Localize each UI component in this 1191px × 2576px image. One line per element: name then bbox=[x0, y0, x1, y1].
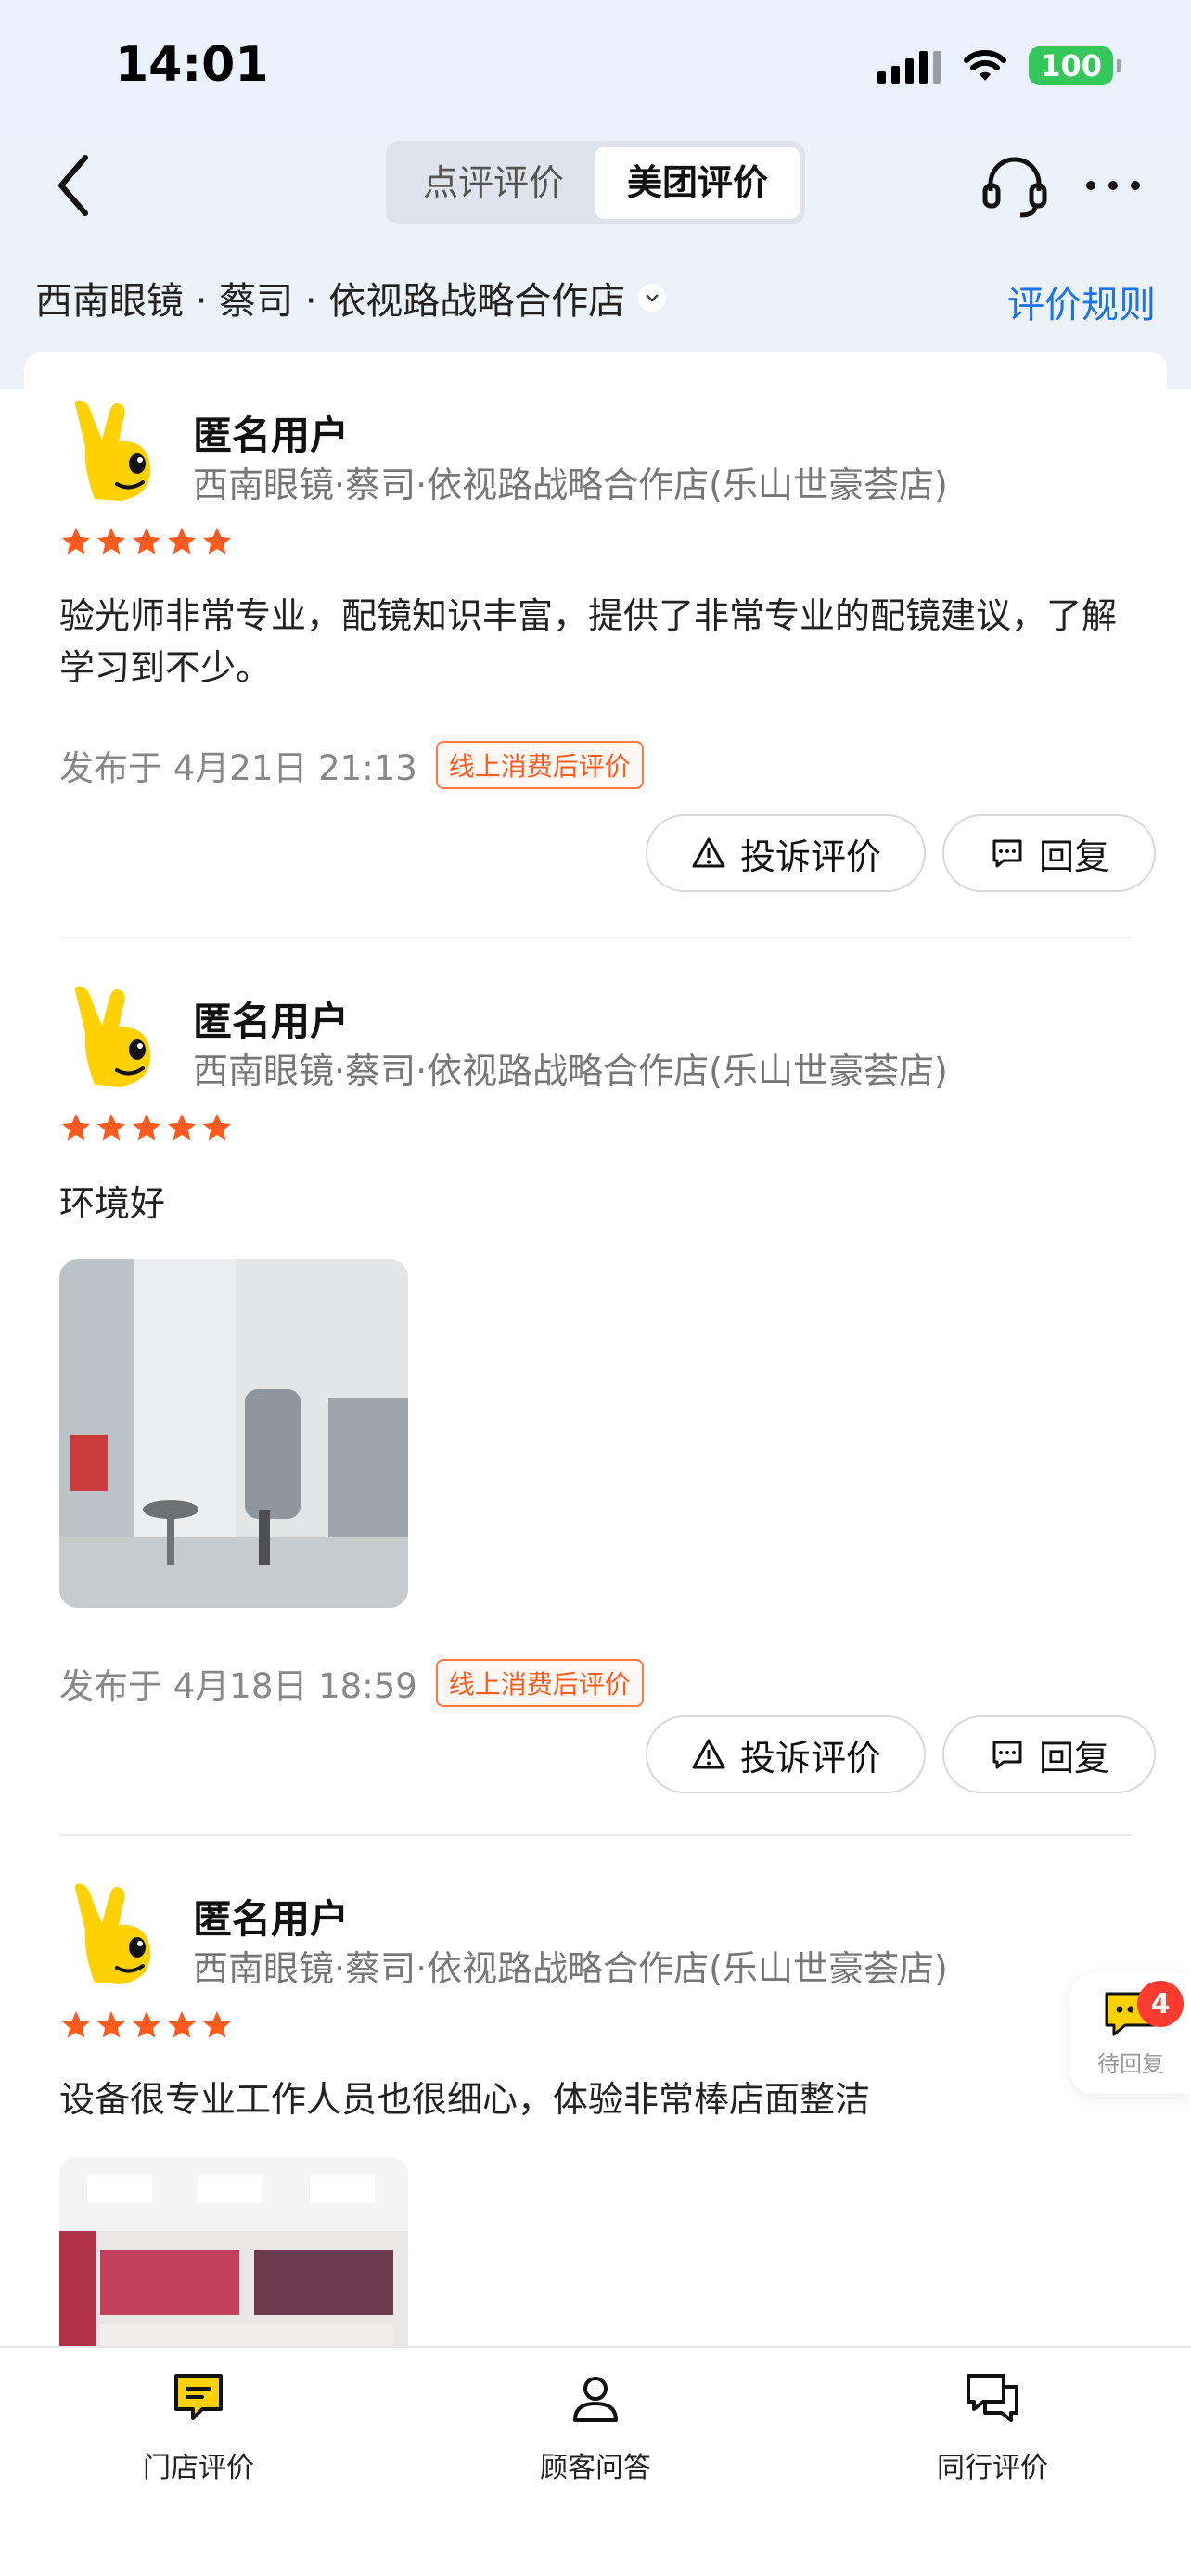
signal-icon bbox=[877, 47, 942, 84]
warning-icon bbox=[692, 837, 725, 868]
review-meta: 发布于 4月18日 18:59 线上消费后评价 bbox=[59, 1658, 644, 1708]
comment-icon bbox=[992, 839, 1022, 868]
wifi-icon bbox=[964, 50, 1007, 81]
mascot-avatar-icon bbox=[74, 986, 151, 1087]
star-icon bbox=[133, 528, 160, 555]
comment-icon bbox=[992, 1741, 1022, 1769]
tab-peer-reviews[interactable]: 同行评价 bbox=[881, 2368, 1104, 2485]
customer-qa-icon bbox=[573, 2377, 618, 2422]
review-list: 匿名用户 西南眼镜·蔡司·依视路战略合作店(乐山世豪荟店) 验光师非常专业，配镜… bbox=[24, 352, 1167, 2346]
star-icon bbox=[62, 1114, 90, 1141]
review-meta: 发布于 4月21日 21:13 线上消费后评价 bbox=[59, 740, 644, 790]
reply-label: 回复 bbox=[1038, 835, 1109, 877]
tab-customer-qa[interactable]: 顾客问答 bbox=[484, 2368, 707, 2485]
pending-reply-label: 待回复 bbox=[1097, 2050, 1164, 2077]
peer-review-icon bbox=[967, 2374, 1018, 2422]
review-username: 匿名用户 bbox=[193, 1896, 350, 1942]
review-source-switch: 点评评价 美团评价 bbox=[386, 141, 805, 224]
review-username: 匿名用户 bbox=[193, 413, 350, 458]
review-rules-link[interactable]: 评价规则 bbox=[1007, 274, 1156, 328]
tab-label: 门店评价 bbox=[143, 2452, 254, 2484]
star-icon bbox=[168, 528, 196, 555]
complain-review-button[interactable]: 投诉评价 bbox=[646, 814, 926, 892]
star-icon bbox=[97, 528, 125, 555]
pending-reply-button[interactable]: 待回复 4 bbox=[1070, 1973, 1191, 2094]
rating-stars bbox=[59, 525, 234, 558]
mascot-avatar-icon bbox=[74, 1883, 151, 1984]
star-icon bbox=[62, 2011, 90, 2038]
review-store-name: 西南眼镜·蔡司·依视路战略合作店(乐山世豪荟店) bbox=[193, 465, 948, 505]
complain-label: 投诉评价 bbox=[739, 1737, 881, 1779]
mascot-avatar-icon bbox=[74, 400, 151, 501]
publish-time: 发布于 4月18日 18:59 bbox=[59, 1666, 417, 1706]
review-photo[interactable] bbox=[59, 1259, 408, 1608]
divider bbox=[59, 937, 1132, 938]
review-photo[interactable] bbox=[59, 2157, 408, 2346]
review-source-tag: 线上消费后评价 bbox=[435, 1659, 644, 1707]
rating-stars bbox=[59, 1111, 234, 1144]
bottom-tab-bar: 门店评价 顾客问答 同行评价 bbox=[0, 2346, 1191, 2576]
tab-dianping-reviews[interactable]: 点评评价 bbox=[391, 147, 596, 219]
back-icon[interactable] bbox=[48, 148, 104, 223]
tab-meituan-reviews[interactable]: 美团评价 bbox=[596, 147, 800, 219]
review-username: 匿名用户 bbox=[193, 999, 350, 1044]
more-icon[interactable] bbox=[1076, 148, 1150, 223]
pending-count-badge: 4 bbox=[1137, 1981, 1184, 2027]
reply-label: 回复 bbox=[1038, 1737, 1109, 1779]
complain-review-button[interactable]: 投诉评价 bbox=[646, 1715, 926, 1793]
star-icon bbox=[168, 2011, 196, 2038]
warning-icon bbox=[692, 1739, 725, 1769]
complain-label: 投诉评价 bbox=[739, 835, 881, 877]
star-icon bbox=[203, 2011, 231, 2038]
shop-selector[interactable]: 西南眼镜 · 蔡司 · 依视路战略合作店 bbox=[35, 271, 667, 325]
review-item: 匿名用户 西南眼镜·蔡司·依视路战略合作店(乐山世豪荟店) 设备很专业工作人员也… bbox=[59, 1879, 1132, 2346]
reply-button[interactable]: 回复 bbox=[942, 814, 1156, 892]
star-icon bbox=[97, 2011, 125, 2038]
divider bbox=[59, 1834, 1132, 1836]
store-review-icon bbox=[174, 2374, 223, 2420]
status-icons: 100 bbox=[877, 46, 1121, 85]
review-text: 设备很专业工作人员也很细心，体验非常棒店面整洁 bbox=[59, 2079, 871, 2120]
reply-button[interactable]: 回复 bbox=[942, 1715, 1156, 1793]
review-item: 匿名用户 西南眼镜·蔡司·依视路战略合作店(乐山世豪荟店) 环境好 发布于 4月… bbox=[59, 981, 1156, 1816]
star-icon bbox=[62, 528, 90, 555]
tab-label: 同行评价 bbox=[937, 2452, 1048, 2484]
shop-name: 西南眼镜 · 蔡司 · 依视路战略合作店 bbox=[35, 280, 626, 323]
review-text: 验光师非常专业，配镜知识丰富，提供了非常专业的配镜建议，了解学习到不少。 bbox=[59, 595, 1118, 688]
star-icon bbox=[203, 1114, 231, 1141]
tab-label: 顾客问答 bbox=[540, 2452, 651, 2484]
star-icon bbox=[97, 1114, 125, 1141]
star-icon bbox=[133, 2011, 160, 2038]
rating-stars bbox=[59, 2009, 234, 2042]
headset-icon[interactable] bbox=[978, 148, 1052, 223]
review-store-name: 西南眼镜·蔡司·依视路战略合作店(乐山世豪荟店) bbox=[193, 1051, 948, 1091]
battery-indicator: 100 bbox=[1029, 46, 1121, 85]
chevron-down-icon bbox=[638, 284, 667, 312]
star-icon bbox=[168, 1114, 196, 1141]
status-time: 14:01 bbox=[115, 37, 269, 93]
tab-store-reviews[interactable]: 门店评价 bbox=[87, 2368, 310, 2485]
review-source-tag: 线上消费后评价 bbox=[435, 741, 644, 789]
review-store-name: 西南眼镜·蔡司·依视路战略合作店(乐山世豪荟店) bbox=[193, 1948, 948, 1989]
review-text: 环境好 bbox=[59, 1183, 166, 1224]
star-icon bbox=[203, 528, 231, 555]
review-item: 匿名用户 西南眼镜·蔡司·依视路战略合作店(乐山世豪荟店) 验光师非常专业，配镜… bbox=[59, 395, 1156, 896]
star-icon bbox=[133, 1114, 160, 1141]
publish-time: 发布于 4月21日 21:13 bbox=[59, 748, 417, 788]
